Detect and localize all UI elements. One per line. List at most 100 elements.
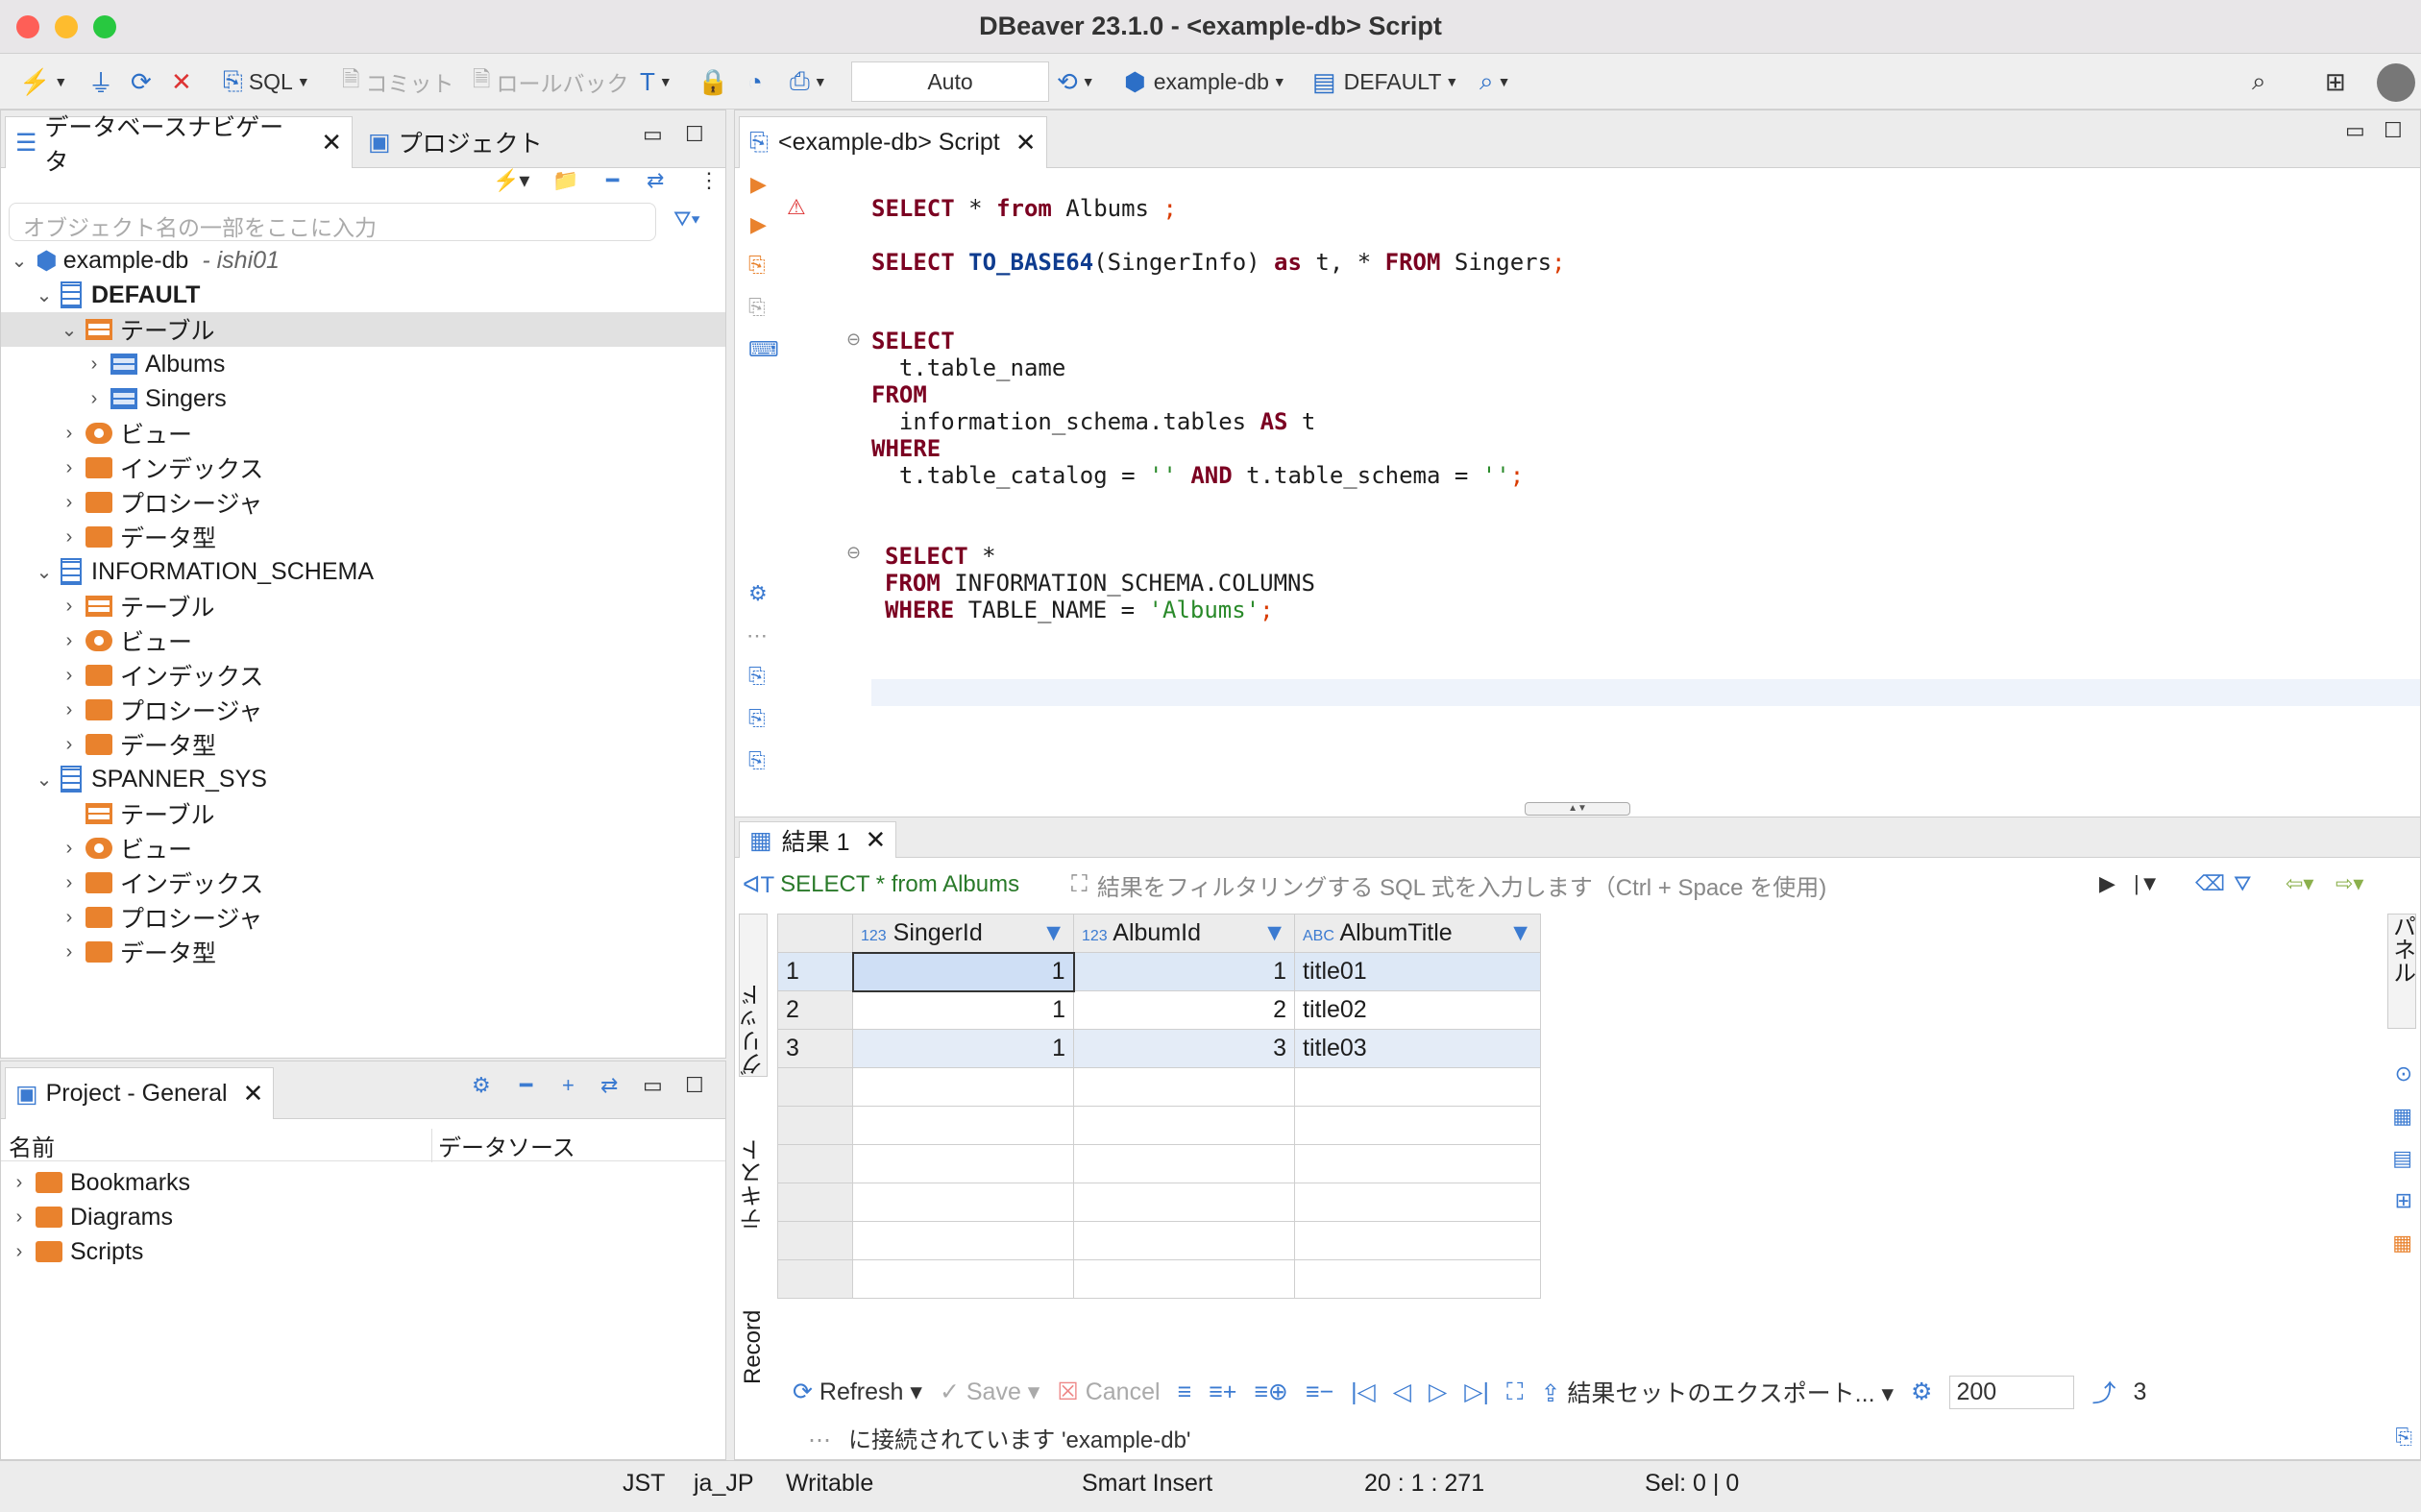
tree-datatypes[interactable]: › データ型 (59, 520, 216, 554)
side-tab-panel[interactable]: パネル (2387, 914, 2416, 1029)
save-button[interactable]: ✓ Save ▾ (940, 1378, 1039, 1406)
add-icon[interactable]: + (562, 1073, 575, 1098)
cell-singerid[interactable]: 1 (851, 951, 1075, 992)
link-editor-icon[interactable]: ⇄ (647, 168, 664, 193)
refresh-button[interactable]: ⟳ Refresh ▾ (793, 1378, 922, 1406)
current-line-highlight[interactable] (871, 679, 2420, 706)
splitter-handle[interactable]: ▲▼ (1525, 802, 1630, 816)
sql-line[interactable]: SELECT * from Albums ; (871, 195, 1177, 222)
status-cursor-position[interactable]: 20 : 1 : 271 (1364, 1462, 1484, 1504)
sort-filter-icon[interactable]: ▼ (1041, 919, 1065, 947)
execute-statement-icon[interactable]: ▶ (750, 172, 767, 197)
avatar[interactable] (2377, 63, 2415, 102)
new-connection-icon[interactable]: ⚡▾ (493, 168, 529, 193)
tree-table-singers[interactable]: › Singers (84, 381, 227, 416)
status-mode[interactable]: Writable (786, 1462, 873, 1504)
project-item-diagrams[interactable]: › Diagrams (9, 1200, 173, 1234)
transaction-mode-button[interactable]: T ▼ (640, 63, 672, 100)
terminal-icon[interactable]: ⌨ (748, 337, 779, 362)
explain-plan-icon[interactable]: ⎘ (748, 295, 766, 320)
filter-icon[interactable]: ⛛▾ (673, 207, 700, 232)
variables-icon[interactable]: ⎘ (748, 748, 766, 773)
table-layout-icon[interactable]: ▦ (2392, 1231, 2412, 1256)
table-row[interactable]: 2 1 2 title02 (777, 990, 1541, 1030)
export-icon[interactable]: ⎘ (748, 664, 766, 689)
cell-albumid[interactable]: 2 (1073, 990, 1295, 1030)
new-folder-icon[interactable]: 📁 (552, 168, 578, 193)
maximize-icon[interactable]: ☐ (2384, 118, 2403, 143)
row-number[interactable]: 3 (777, 1029, 853, 1068)
row-number-header[interactable] (777, 914, 853, 953)
column-header[interactable]: ABC AlbumTitle ▼ (1294, 914, 1541, 953)
tree-datatypes[interactable]: › データ型 (59, 935, 216, 969)
side-tab-grid[interactable]: グリッド (739, 914, 768, 1077)
global-search-button[interactable]: ⌕ (2252, 63, 2266, 100)
transaction-log-button[interactable]: ⎙ ▼ (790, 63, 827, 100)
tree-tables[interactable]: › テーブル (59, 589, 215, 623)
new-connection-button[interactable]: ⚡ ▼ (19, 63, 67, 100)
query-label[interactable]: ᐊT SELECT * from Albums (743, 867, 1019, 902)
lock-button[interactable]: 🔒 (697, 63, 728, 100)
column-header[interactable]: 123 AlbumId ▼ (1073, 914, 1295, 953)
tree-indexes[interactable]: › インデックス (59, 866, 264, 900)
grid-layout-icon[interactable]: ⊞ (2395, 1188, 2412, 1213)
edit-row-icon[interactable]: ≡ (1178, 1378, 1192, 1406)
result-filter-input[interactable]: ⛶ 結果をフィルタリングする SQL 式を入力します（Ctrl + Space を… (1071, 867, 1993, 902)
sort-filter-icon[interactable]: ▼ (1262, 919, 1286, 947)
fold-icon[interactable]: ⊖ (846, 329, 861, 350)
gear-icon[interactable]: ⚙ (472, 1073, 491, 1098)
sql-line[interactable]: SELECT TO_BASE64(SingerInfo) as t, * FRO… (871, 249, 1566, 276)
settings-gear-icon[interactable]: ⚙ (1911, 1378, 1932, 1406)
eraser-icon[interactable]: ⌫ (2195, 871, 2225, 896)
reconnect-button[interactable]: ⟳ (131, 63, 152, 100)
transaction-mode-field[interactable]: Auto (851, 61, 1049, 102)
tree-tables[interactable]: ⌄ テーブル (1, 312, 725, 347)
tree-procedures[interactable]: › プロシージャ (59, 900, 263, 935)
schema-selector[interactable]: ▤ DEFAULT ▼ (1312, 63, 1458, 100)
row-count-icon[interactable]: ⤴ (2091, 1375, 2115, 1409)
row-number[interactable]: 2 (777, 990, 853, 1030)
side-tab-text[interactable]: テキスト (739, 1096, 768, 1231)
filter-icon[interactable]: ⛛ (2234, 871, 2251, 896)
sql-editor-button[interactable]: ⎘ SQL ▼ (223, 63, 310, 100)
tab-project[interactable]: ▣ プロジェクト (358, 116, 552, 168)
tree-tables[interactable]: テーブル (59, 796, 215, 831)
toggle-panel-icon[interactable]: ⎘ (2395, 1425, 2412, 1450)
close-icon[interactable]: ✕ (1015, 128, 1037, 158)
tree-views[interactable]: › ビュー (59, 623, 192, 658)
tree-datatypes[interactable]: › データ型 (59, 727, 216, 762)
commit-button[interactable]: 🗎 コミット (342, 63, 454, 100)
close-icon[interactable]: ✕ (321, 128, 342, 158)
add-row-icon[interactable]: ≡+ (1209, 1378, 1236, 1406)
cell-albumid[interactable]: 3 (1073, 1029, 1295, 1068)
tree-indexes[interactable]: › インデックス (59, 658, 264, 693)
problems-icon[interactable]: ⎘ (748, 706, 766, 731)
close-icon[interactable]: ✕ (865, 825, 886, 855)
tab-results-1[interactable]: ▦ 結果 1 ✕ (739, 821, 897, 858)
cell-singerid[interactable]: 1 (852, 1029, 1074, 1068)
next-page-icon[interactable]: ▷ (1429, 1378, 1447, 1406)
fetch-size-input[interactable]: 200 (1949, 1375, 2075, 1409)
first-page-icon[interactable]: |◁ (1351, 1378, 1376, 1406)
tree-views[interactable]: › ビュー (59, 416, 192, 451)
table-row[interactable]: 3 1 3 title03 (777, 1029, 1541, 1068)
project-item-scripts[interactable]: › Scripts (9, 1234, 144, 1269)
sql-block[interactable]: SELECT * FROM INFORMATION_SCHEMA.COLUMNS… (885, 543, 1315, 623)
cell-albumtitle[interactable]: title02 (1294, 990, 1541, 1030)
maximize-icon[interactable]: ☐ (685, 1073, 704, 1098)
table-row[interactable]: 1 1 1 title01 (777, 951, 1541, 992)
project-item-bookmarks[interactable]: › Bookmarks (9, 1165, 190, 1200)
sort-filter-icon[interactable]: ▼ (1508, 919, 1532, 947)
cell-albumid[interactable]: 1 (1073, 952, 1295, 991)
column-header[interactable]: 123 SingerId ▼ (852, 914, 1074, 953)
column-name[interactable]: 名前 (9, 1129, 55, 1162)
history-button[interactable]: ⟲ ▼ (1057, 63, 1095, 100)
datasource-selector[interactable]: ⬢ example-db ▼ (1124, 63, 1286, 100)
status-insert-mode[interactable]: Smart Insert (1082, 1462, 1212, 1504)
execute-script-icon[interactable]: ⎘ (748, 253, 766, 278)
last-page-icon[interactable]: ▷| (1464, 1378, 1489, 1406)
tree-schema-spanner[interactable]: ⌄ SPANNER_SYS (34, 762, 267, 796)
side-tab-record[interactable]: Record (739, 1250, 768, 1384)
tree-procedures[interactable]: › プロシージャ (59, 485, 263, 520)
tree-views[interactable]: › ビュー (59, 831, 192, 866)
